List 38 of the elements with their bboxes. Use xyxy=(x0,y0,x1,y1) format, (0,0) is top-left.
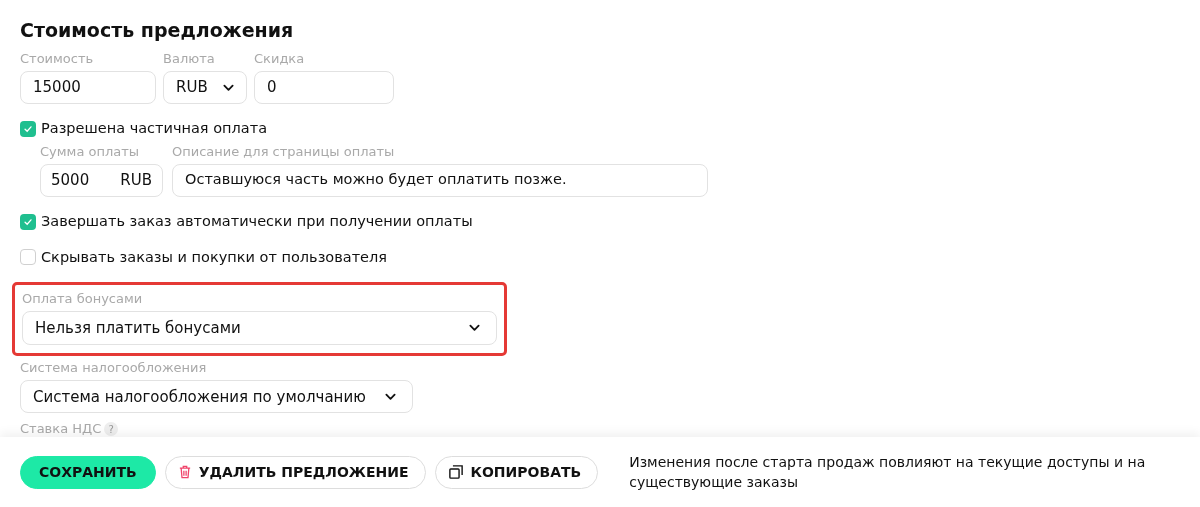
checkbox[interactable] xyxy=(20,213,36,230)
checkbox-label: Скрывать заказы и покупки от пользователя xyxy=(41,247,388,267)
input-field[interactable]: Оставшуюся часть можно будет оплатить позже. xyxy=(172,163,708,197)
field-label: Система налогообложения xyxy=(20,360,208,377)
delete-button[interactable]: УДАЛИТЬ ПРЕДЛОЖЕНИЕ xyxy=(164,455,426,489)
field-label: Сумма оплаты xyxy=(40,143,141,160)
checkbox[interactable] xyxy=(20,249,36,266)
field-label: Описание для страницы оплаты xyxy=(172,143,396,160)
field-label: Ставка НДС xyxy=(20,421,102,438)
checkbox-label: Завершать заказ автоматически при получении оплаты xyxy=(41,211,473,231)
currency-select[interactable]: RUB xyxy=(163,71,247,104)
field-label: Стоимость xyxy=(20,51,95,67)
check-icon xyxy=(23,216,33,227)
section-title: Стоимость предложения xyxy=(20,18,294,42)
bonus-select[interactable]: Нельзя платить бонусами xyxy=(22,311,497,346)
check-icon xyxy=(23,123,33,134)
field-label: Валюта xyxy=(163,51,216,67)
select-value: Система налогообложения по умолчанию xyxy=(33,386,366,408)
trash-icon xyxy=(178,465,191,480)
input-field[interactable]: 15000 xyxy=(20,71,156,104)
copy-button[interactable]: КОПИРОВАТЬ xyxy=(434,455,599,489)
input-field[interactable]: 0 xyxy=(254,71,394,104)
amount-field[interactable]: 5000 RUB xyxy=(40,163,163,197)
chevron-down-icon xyxy=(385,392,396,401)
chevron-down-icon xyxy=(223,83,234,92)
select-value: RUB xyxy=(176,77,208,99)
field-label: Оплата бонусами xyxy=(22,291,144,308)
field-label: Скидка xyxy=(254,51,306,67)
checkbox[interactable] xyxy=(20,120,36,137)
currency-unit: RUB xyxy=(120,170,152,191)
footer-note: Изменения после старта продаж повлияют на текущие доступы и на существующие заказы xyxy=(629,453,1147,493)
chevron-down-icon xyxy=(469,324,480,333)
select-value: Нельзя платить бонусами xyxy=(35,318,241,339)
tax-select[interactable]: Система налогообложения по умолчанию xyxy=(20,380,413,414)
checkbox-label: Разрешена частичная оплата xyxy=(41,119,268,138)
copy-icon xyxy=(448,465,463,480)
save-button[interactable]: СОХРАНИТЬ xyxy=(20,455,156,489)
field-value: 5000 xyxy=(51,170,90,191)
